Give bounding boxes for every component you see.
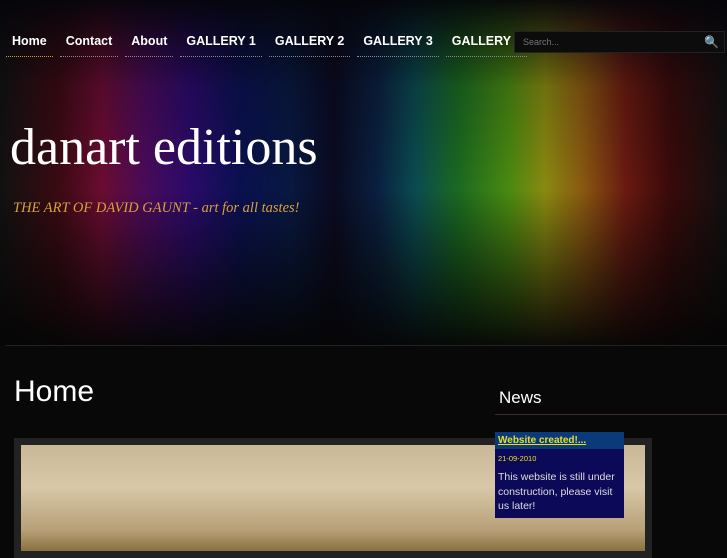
nav-gallery-2[interactable]: GALLERY 2 <box>268 30 351 57</box>
search-input[interactable] <box>523 37 704 47</box>
news-item: Website created!... 21-09-2010 This webs… <box>495 432 624 518</box>
nav-home[interactable]: Home <box>6 30 53 57</box>
news-item-body: This website is still under construction… <box>498 471 615 512</box>
news-item-title[interactable]: Website created!... <box>498 435 586 446</box>
news-heading: News <box>499 388 542 407</box>
nav-about[interactable]: About <box>125 30 174 57</box>
site-tagline: THE ART OF DAVID GAUNT - art for all tas… <box>13 200 300 216</box>
news-divider <box>495 414 727 415</box>
site-title: danart editions <box>10 119 318 176</box>
nav-gallery-1[interactable]: GALLERY 1 <box>180 30 262 57</box>
nav-gallery-3[interactable]: GALLERY 3 <box>357 30 439 57</box>
search-icon[interactable]: 🔍 <box>704 35 724 49</box>
nav-contact[interactable]: Contact <box>59 30 119 57</box>
news-item-date: 21-09-2010 <box>498 454 537 463</box>
divider <box>6 345 727 346</box>
page-title: Home <box>14 375 95 408</box>
main-nav: Home Contact About GALLERY 1 GALLERY 2 G… <box>6 30 528 57</box>
search-box: 🔍 <box>514 31 725 53</box>
